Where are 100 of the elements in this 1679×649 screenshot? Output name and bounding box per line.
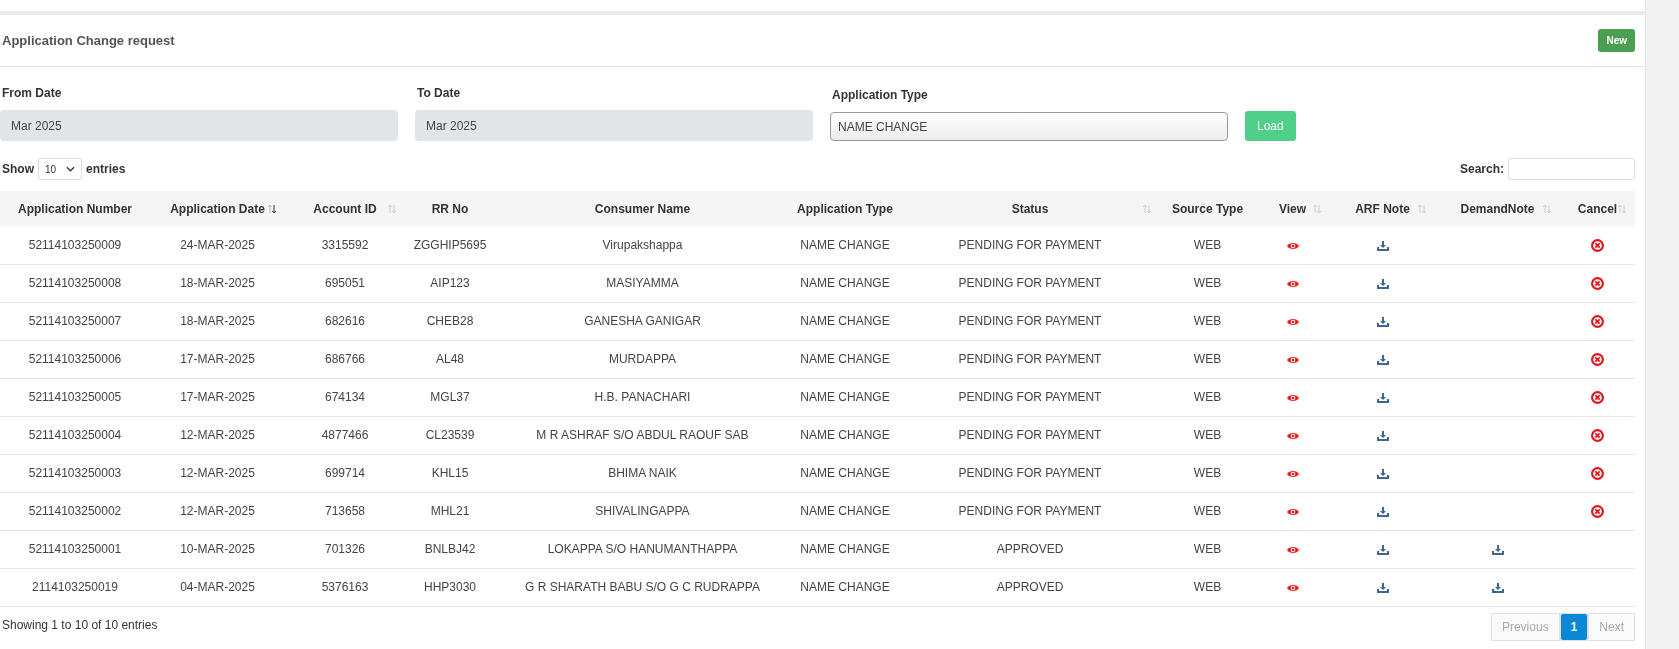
table-cell: 52114103250002 <box>0 492 150 530</box>
column-header[interactable]: RR No <box>431 201 469 216</box>
table-cell: BNLBJ42 <box>405 530 495 568</box>
download-icon[interactable] <box>1376 278 1389 289</box>
column-header[interactable]: Application Number <box>18 201 132 216</box>
field-label: Application Type <box>831 87 929 104</box>
download-icon[interactable] <box>1491 582 1504 593</box>
table-cell: 674134 <box>285 378 405 416</box>
table-cell: 12-MAR-2025 <box>150 492 285 530</box>
table-cell: WEB <box>1160 492 1255 530</box>
table-cell: GANESHA GANIGAR <box>495 302 790 340</box>
show-label: Show <box>1 161 34 178</box>
column-header[interactable]: DemandNote <box>1460 201 1535 216</box>
table-cell: NAME CHANGE <box>790 454 900 492</box>
column-header[interactable]: Application Date <box>170 201 265 216</box>
cancel-icon[interactable] <box>1591 391 1604 405</box>
table-cell: 24-MAR-2025 <box>150 226 285 264</box>
select-field[interactable]: NAME CHANGE <box>830 112 1228 141</box>
table-cell: 52114103250003 <box>0 454 150 492</box>
table-cell: 10-MAR-2025 <box>150 530 285 568</box>
download-icon[interactable] <box>1376 316 1389 327</box>
table-cell: 52114103250008 <box>0 264 150 302</box>
table-cell: 2114103250019 <box>0 568 150 606</box>
table-cell: 713658 <box>285 492 405 530</box>
download-icon[interactable] <box>1376 506 1389 517</box>
field-label: To Date <box>416 85 462 102</box>
page-button[interactable]: 1 <box>1559 612 1589 641</box>
search-field[interactable] <box>1508 158 1635 180</box>
cancel-icon[interactable] <box>1591 505 1604 519</box>
table-cell: 52114103250004 <box>0 416 150 454</box>
date-field[interactable]: Mar 2025 <box>415 110 813 141</box>
download-icon[interactable] <box>1376 430 1389 441</box>
table-cell: 52114103250006 <box>0 340 150 378</box>
date-field[interactable]: Mar 2025 <box>0 110 398 141</box>
table-cell: 682616 <box>285 302 405 340</box>
download-icon[interactable] <box>1376 392 1389 403</box>
table-cell: 695051 <box>285 264 405 302</box>
table-cell: HHP3030 <box>405 568 495 606</box>
table-cell: WEB <box>1160 302 1255 340</box>
chevron-icon <box>66 166 75 172</box>
table-cell: APPROVED <box>900 530 1160 568</box>
column-header[interactable]: Account ID <box>313 201 377 216</box>
table-cell: KHL15 <box>405 454 495 492</box>
column-header[interactable]: ARF Note <box>1355 201 1410 216</box>
column-header[interactable]: Consumer Name <box>594 201 691 216</box>
table-cell: SHIVALINGAPPA <box>495 492 790 530</box>
table-cell: WEB <box>1160 340 1255 378</box>
table-cell: MURDAPPA <box>495 340 790 378</box>
table-cell: PENDING FOR PAYMENT <box>900 492 1160 530</box>
table-cell: PENDING FOR PAYMENT <box>900 454 1160 492</box>
table-cell: BHIMA NAIK <box>495 454 790 492</box>
column-header[interactable]: Status <box>1011 201 1049 216</box>
cancel-icon[interactable] <box>1591 467 1604 481</box>
cancel-icon[interactable] <box>1591 239 1604 253</box>
column-header[interactable]: View <box>1278 201 1307 216</box>
download-icon[interactable] <box>1376 582 1389 593</box>
table-cell: NAME CHANGE <box>790 416 900 454</box>
table-cell: 52114103250009 <box>0 226 150 264</box>
table-cell: 3315592 <box>285 226 405 264</box>
column-header[interactable]: Application Type <box>797 201 893 216</box>
column-header[interactable]: Source Type <box>1171 201 1244 216</box>
table-cell: 52114103250005 <box>0 378 150 416</box>
table-cell: NAME CHANGE <box>790 302 900 340</box>
column-header[interactable]: Cancel <box>1577 201 1618 216</box>
cancel-icon[interactable] <box>1591 277 1604 291</box>
entries-select[interactable]: 10 <box>38 158 82 180</box>
scrollbar-track[interactable] <box>1645 0 1679 649</box>
download-icon[interactable] <box>1376 544 1389 555</box>
table-cell: NAME CHANGE <box>790 530 900 568</box>
table-cell: NAME CHANGE <box>790 378 900 416</box>
table-cell: WEB <box>1160 530 1255 568</box>
table-cell: G R SHARATH BABU S/O G C RUDRAPPA <box>495 568 790 606</box>
table-cell: WEB <box>1160 454 1255 492</box>
field-label: From Date <box>1 85 63 102</box>
table-cell: 17-MAR-2025 <box>150 340 285 378</box>
panel-title: Application Change request <box>2 31 175 50</box>
table-cell: PENDING FOR PAYMENT <box>900 302 1160 340</box>
table-cell: MHL21 <box>405 492 495 530</box>
table-cell: CHEB28 <box>405 302 495 340</box>
table-cell: 52114103250007 <box>0 302 150 340</box>
entries-label: entries <box>86 161 126 178</box>
cancel-icon[interactable] <box>1591 429 1604 443</box>
download-icon[interactable] <box>1376 354 1389 365</box>
table-cell: CL23539 <box>405 416 495 454</box>
table-cell: ZGGHIP5695 <box>405 226 495 264</box>
cancel-icon[interactable] <box>1591 315 1604 329</box>
table-cell: NAME CHANGE <box>790 226 900 264</box>
table-cell: NAME CHANGE <box>790 568 900 606</box>
cancel-icon[interactable] <box>1591 353 1604 367</box>
table-cell: 52114103250001 <box>0 530 150 568</box>
table-cell: AL48 <box>405 340 495 378</box>
download-icon[interactable] <box>1376 240 1389 251</box>
download-icon[interactable] <box>1491 544 1504 555</box>
table-cell: PENDING FOR PAYMENT <box>900 226 1160 264</box>
sort-icon[interactable] <box>267 204 277 214</box>
table-cell: 699714 <box>285 454 405 492</box>
download-icon[interactable] <box>1376 468 1389 479</box>
table-cell: 04-MAR-2025 <box>150 568 285 606</box>
table-cell: 12-MAR-2025 <box>150 454 285 492</box>
table-cell: NAME CHANGE <box>790 492 900 530</box>
